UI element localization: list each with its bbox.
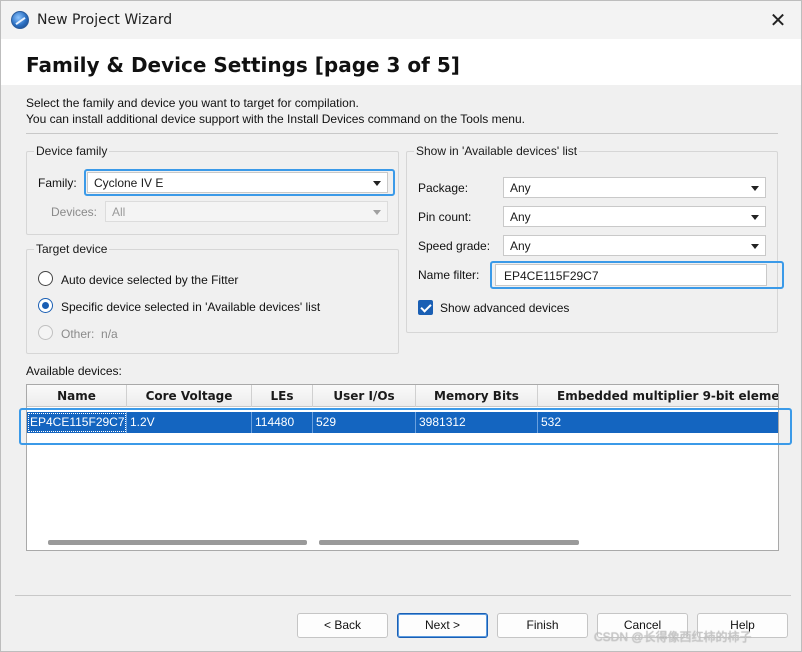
column-header-user-ios[interactable]: User I/Os	[313, 385, 416, 407]
target-device-group-title: Target device	[34, 242, 110, 256]
cell-user-ios: 529	[313, 412, 416, 433]
available-devices-label: Available devices:	[26, 364, 122, 378]
speed-grade-value: Any	[510, 239, 531, 253]
name-filter-value: EP4CE115F29C7	[504, 269, 599, 283]
cell-name: EP4CE115F29C7	[27, 412, 127, 433]
finish-button[interactable]: Finish	[497, 613, 588, 638]
column-header-les[interactable]: LEs	[252, 385, 313, 407]
watermark-text: CSDN @长得像西红柿的柿子	[594, 630, 752, 644]
cell-memory-bits: 3981312	[416, 412, 538, 433]
devices-value: All	[112, 205, 126, 219]
other-device-label: Other: n/a	[61, 327, 118, 341]
pin-count-combobox[interactable]: Any	[503, 206, 766, 227]
show-advanced-checkbox[interactable]	[418, 300, 433, 315]
horizontal-scrollbar-right[interactable]	[319, 540, 579, 545]
table-row[interactable]: EP4CE115F29C7 1.2V 114480 529 3981312 53…	[27, 412, 778, 433]
divider	[26, 133, 778, 134]
column-header-embedded-multiplier[interactable]: Embedded multiplier 9-bit element	[538, 385, 778, 407]
auto-device-label[interactable]: Auto device selected by the Fitter	[61, 273, 238, 287]
cell-les: 114480	[252, 412, 313, 433]
devices-label: Devices:	[51, 205, 98, 219]
quartus-app-icon	[11, 11, 29, 29]
show-in-list-group-title: Show in 'Available devices' list	[414, 144, 580, 158]
package-label: Package:	[418, 181, 469, 195]
wizard-window: New Project Wizard ✕ Family & Device Set…	[0, 0, 802, 652]
family-combobox[interactable]: Cyclone IV E	[87, 172, 388, 193]
speed-grade-label: Speed grade:	[418, 239, 491, 253]
family-value: Cyclone IV E	[94, 176, 164, 190]
device-family-group	[26, 151, 399, 235]
chevron-down-icon	[751, 215, 759, 220]
specific-device-label[interactable]: Specific device selected in 'Available d…	[61, 300, 320, 314]
pin-count-value: Any	[510, 210, 531, 224]
chevron-down-icon	[373, 181, 381, 186]
device-family-group-title: Device family	[34, 144, 110, 158]
available-devices-table: Name Core Voltage LEs User I/Os Memory B…	[26, 384, 779, 551]
package-combobox[interactable]: Any	[503, 177, 766, 198]
window-title: New Project Wizard	[37, 12, 173, 28]
page-title: Family & Device Settings [page 3 of 5]	[26, 53, 460, 77]
show-advanced-label[interactable]: Show advanced devices	[440, 301, 569, 315]
family-label: Family:	[38, 176, 77, 190]
next-button[interactable]: Next >	[397, 613, 488, 638]
speed-grade-combobox[interactable]: Any	[503, 235, 766, 256]
page-description-line1: Select the family and device you want to…	[26, 96, 359, 110]
specific-device-radio[interactable]	[38, 298, 53, 313]
package-value: Any	[510, 181, 531, 195]
name-filter-label: Name filter:	[418, 268, 480, 282]
chevron-down-icon	[751, 244, 759, 249]
other-device-radio[interactable]	[38, 325, 53, 340]
column-header-name[interactable]: Name	[27, 385, 127, 407]
cell-core-voltage: 1.2V	[127, 412, 252, 433]
cell-embedded-multiplier: 532	[541, 415, 562, 429]
close-button[interactable]: ✕	[761, 5, 795, 35]
title-bar: New Project Wizard ✕	[1, 1, 801, 39]
table-header: Name Core Voltage LEs User I/Os Memory B…	[27, 385, 778, 407]
auto-device-radio[interactable]	[38, 271, 53, 286]
column-header-memory-bits[interactable]: Memory Bits	[416, 385, 538, 407]
page-description-line2: You can install additional device suppor…	[26, 112, 525, 126]
footer-divider	[15, 595, 791, 596]
pin-count-label: Pin count:	[418, 210, 472, 224]
chevron-down-icon	[373, 210, 381, 215]
back-button[interactable]: < Back	[297, 613, 388, 638]
devices-combobox[interactable]: All	[105, 201, 388, 222]
column-header-core-voltage[interactable]: Core Voltage	[127, 385, 252, 407]
chevron-down-icon	[751, 186, 759, 191]
horizontal-scrollbar-left[interactable]	[48, 540, 307, 545]
name-filter-input[interactable]: EP4CE115F29C7	[495, 264, 767, 286]
